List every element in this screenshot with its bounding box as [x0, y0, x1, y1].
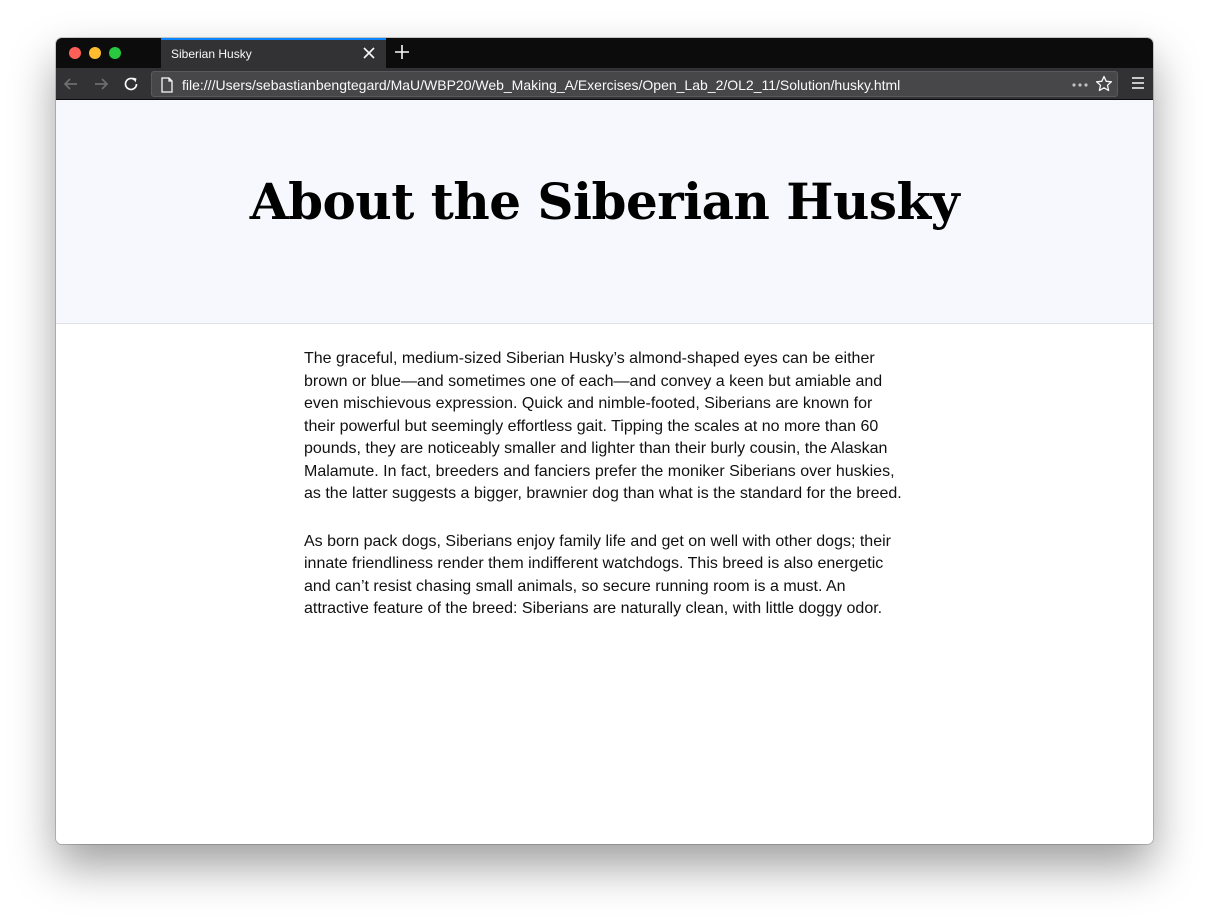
browser-window: Siberian Husky file:///Users/sebastianbe… — [56, 38, 1153, 844]
zoom-window-button[interactable] — [109, 47, 121, 59]
reload-icon[interactable] — [122, 75, 140, 93]
more-actions-icon[interactable] — [1071, 78, 1089, 92]
tab-title: Siberian Husky — [171, 47, 252, 61]
url-text: file:///Users/sebastianbengtegard/MaU/WB… — [182, 77, 901, 93]
page-viewport: About the Siberian Husky The graceful, m… — [56, 100, 1153, 844]
navigation-toolbar: file:///Users/sebastianbengtegard/MaU/WB… — [56, 68, 1153, 100]
bookmark-star-icon[interactable] — [1095, 75, 1113, 93]
minimize-window-button[interactable] — [89, 47, 101, 59]
page-title: About the Siberian Husky — [249, 172, 960, 231]
paragraph: The graceful, medium-sized Siberian Husk… — [304, 350, 902, 502]
page-header: About the Siberian Husky — [56, 100, 1153, 324]
address-bar[interactable]: file:///Users/sebastianbengtegard/MaU/WB… — [151, 71, 1118, 97]
back-arrow-icon[interactable] — [62, 75, 80, 93]
paragraph: As born pack dogs, Siberians enjoy famil… — [304, 532, 891, 618]
close-window-button[interactable] — [69, 47, 81, 59]
new-tab-icon[interactable] — [394, 44, 410, 60]
hamburger-menu-icon[interactable] — [1131, 76, 1145, 90]
close-tab-icon[interactable] — [362, 46, 376, 60]
tab-strip: Siberian Husky — [56, 38, 1153, 68]
tab-active[interactable]: Siberian Husky — [161, 38, 386, 68]
forward-arrow-icon[interactable] — [92, 75, 110, 93]
article-body: The graceful, medium-sized Siberian Husk… — [304, 348, 904, 646]
page-icon — [161, 77, 173, 93]
